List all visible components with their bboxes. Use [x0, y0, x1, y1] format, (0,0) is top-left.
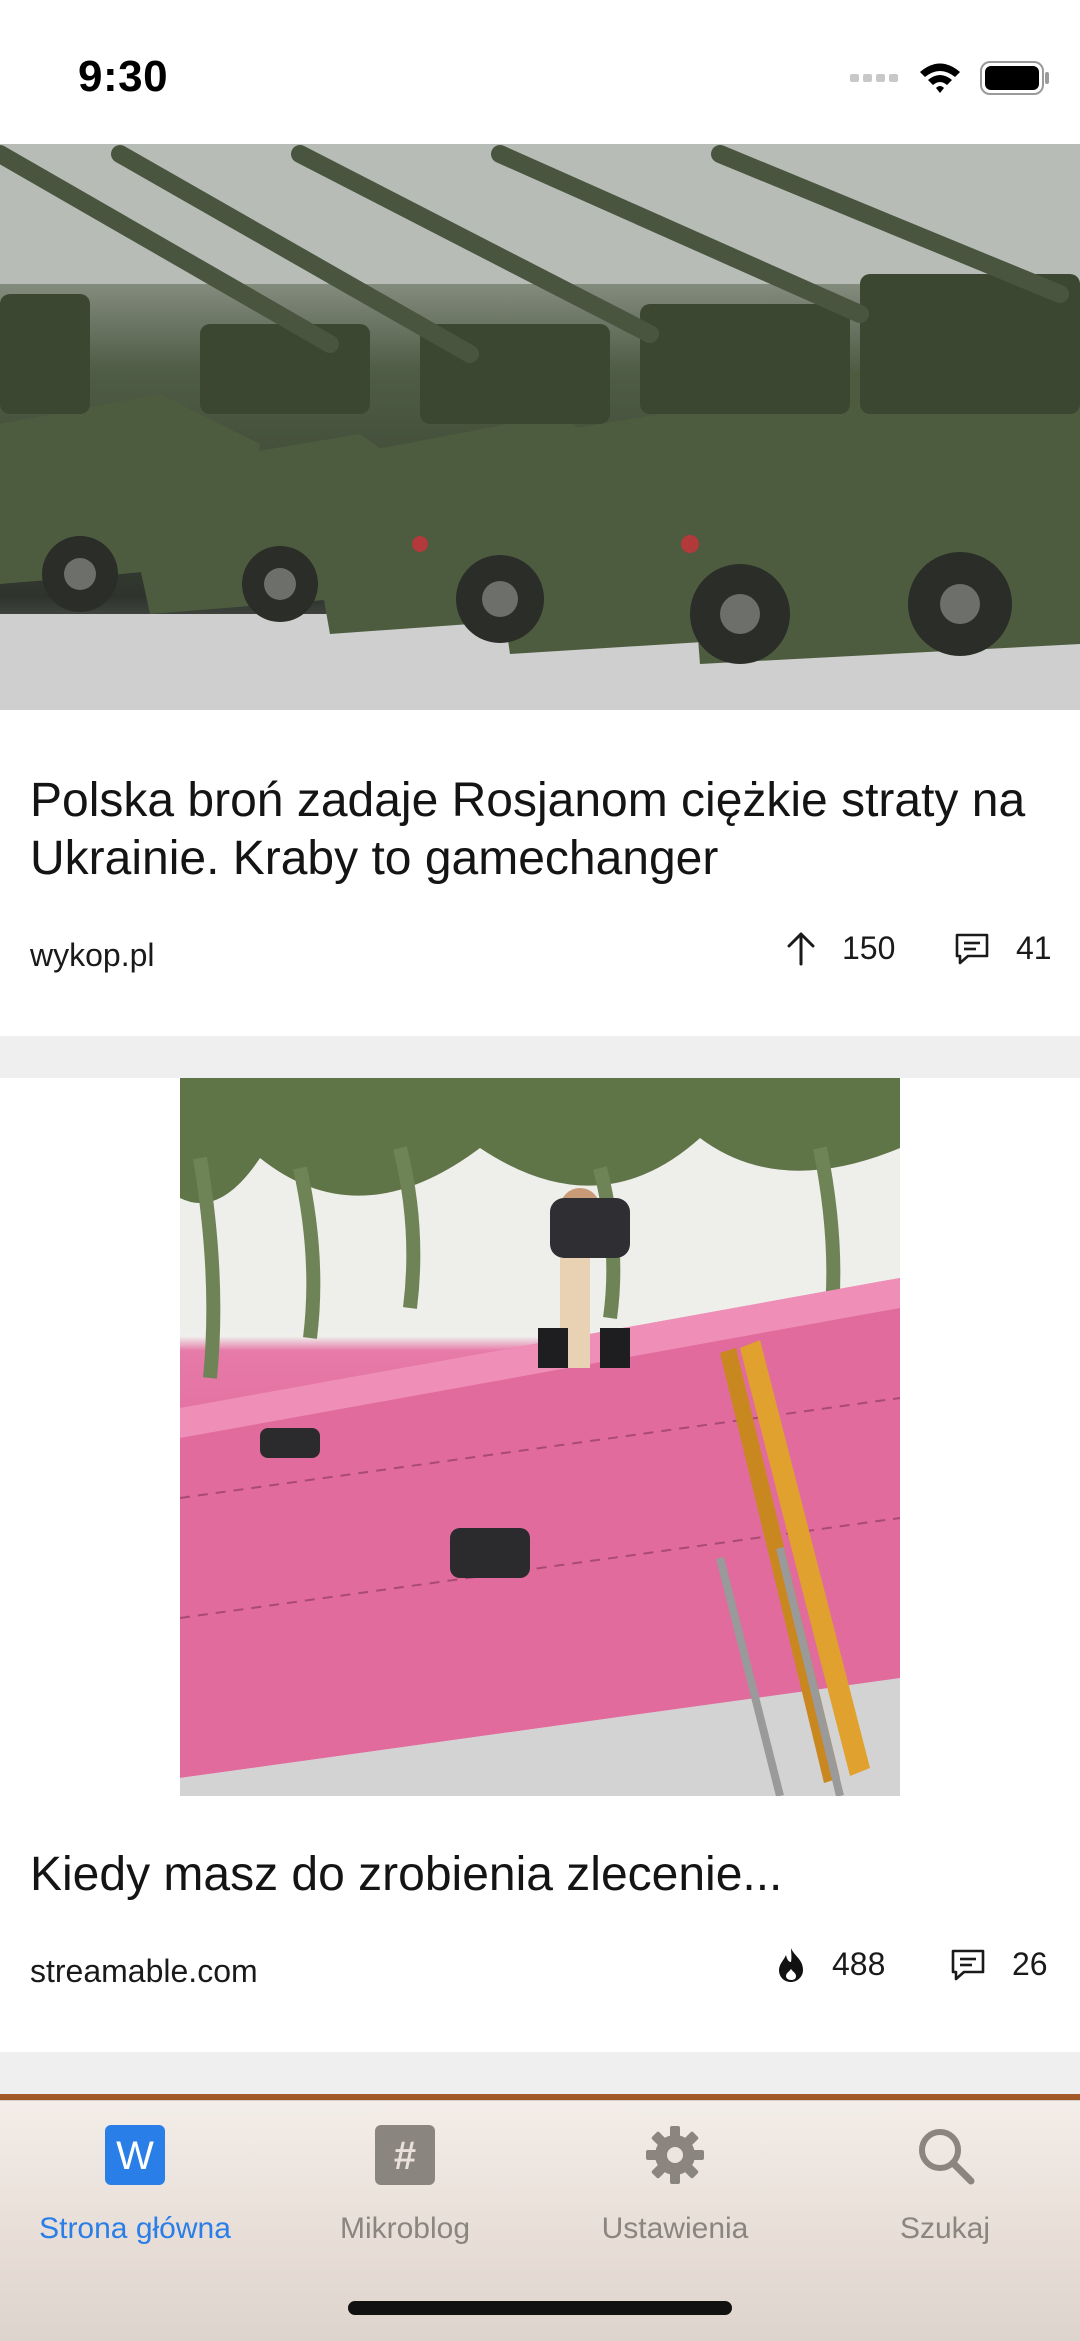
upvote-arrow-icon	[787, 932, 815, 965]
comment-count-value: 26	[1012, 1946, 1048, 1982]
feed-card[interactable]: Polska broń zadaje Rosjanom ciężkie stra…	[0, 144, 1080, 1036]
tab-settings[interactable]: Ustawienia	[540, 2125, 810, 2255]
svg-text:#: #	[394, 2134, 416, 2178]
tab-search[interactable]: Szukaj	[810, 2125, 1080, 2255]
comment-icon	[951, 1949, 985, 1980]
status-icons	[850, 58, 1050, 98]
card-title[interactable]: Kiedy masz do zrobienia zlecenie...	[0, 1796, 1080, 1904]
wykop-logo-icon: W	[105, 2125, 165, 2185]
feed: Polska broń zadaje Rosjanom ciężkie stra…	[0, 144, 1080, 2154]
card-source[interactable]: streamable.com	[30, 1953, 258, 1990]
vote-count-value: 488	[832, 1946, 886, 1982]
tab-label: Ustawienia	[601, 2212, 749, 2245]
vote-count[interactable]: 150	[786, 930, 895, 967]
comment-count[interactable]: 26	[950, 1946, 1048, 1983]
card-image[interactable]	[0, 144, 1080, 710]
vote-count[interactable]: 488	[776, 1946, 885, 1983]
search-icon	[919, 2129, 975, 2185]
feed-card[interactable]: Kiedy masz do zrobienia zlecenie... stre…	[0, 1078, 1080, 2052]
card-photo	[180, 1078, 900, 1796]
tab-home[interactable]: W Strona główna	[0, 2125, 270, 2255]
comment-count[interactable]: 41	[954, 930, 1052, 967]
battery-icon	[980, 61, 1049, 95]
svg-text:W: W	[116, 2134, 154, 2178]
card-meta: wykop.pl 150 41	[0, 888, 1080, 1036]
roof-work-illustration	[180, 1078, 900, 1796]
card-source[interactable]: wykop.pl	[30, 937, 155, 974]
tab-label: Strona główna	[39, 2212, 231, 2245]
card-separator	[0, 2052, 1080, 2094]
card-image[interactable]	[0, 1078, 1080, 1796]
tab-microblog[interactable]: # Mikroblog	[270, 2125, 540, 2255]
comment-icon	[955, 933, 989, 964]
vote-count-value: 150	[842, 930, 896, 966]
home-indicator[interactable]	[348, 2301, 732, 2315]
card-separator	[0, 1036, 1080, 1078]
card-meta: streamable.com 488 26	[0, 1904, 1080, 2052]
tab-label: Mikroblog	[339, 2212, 471, 2245]
gear-icon	[646, 2126, 704, 2184]
tab-label: Szukaj	[899, 2212, 991, 2245]
card-title[interactable]: Polska broń zadaje Rosjanom ciężkie stra…	[0, 710, 1080, 888]
status-bar: 9:30	[0, 0, 1080, 144]
status-time: 9:30	[78, 52, 169, 101]
hashtag-icon: #	[375, 2125, 435, 2185]
comment-count-value: 41	[1016, 930, 1052, 966]
wifi-icon	[920, 63, 960, 93]
signal-icon	[850, 74, 898, 82]
howitzers-illustration	[0, 144, 1080, 710]
hot-flame-icon	[779, 1947, 803, 1982]
